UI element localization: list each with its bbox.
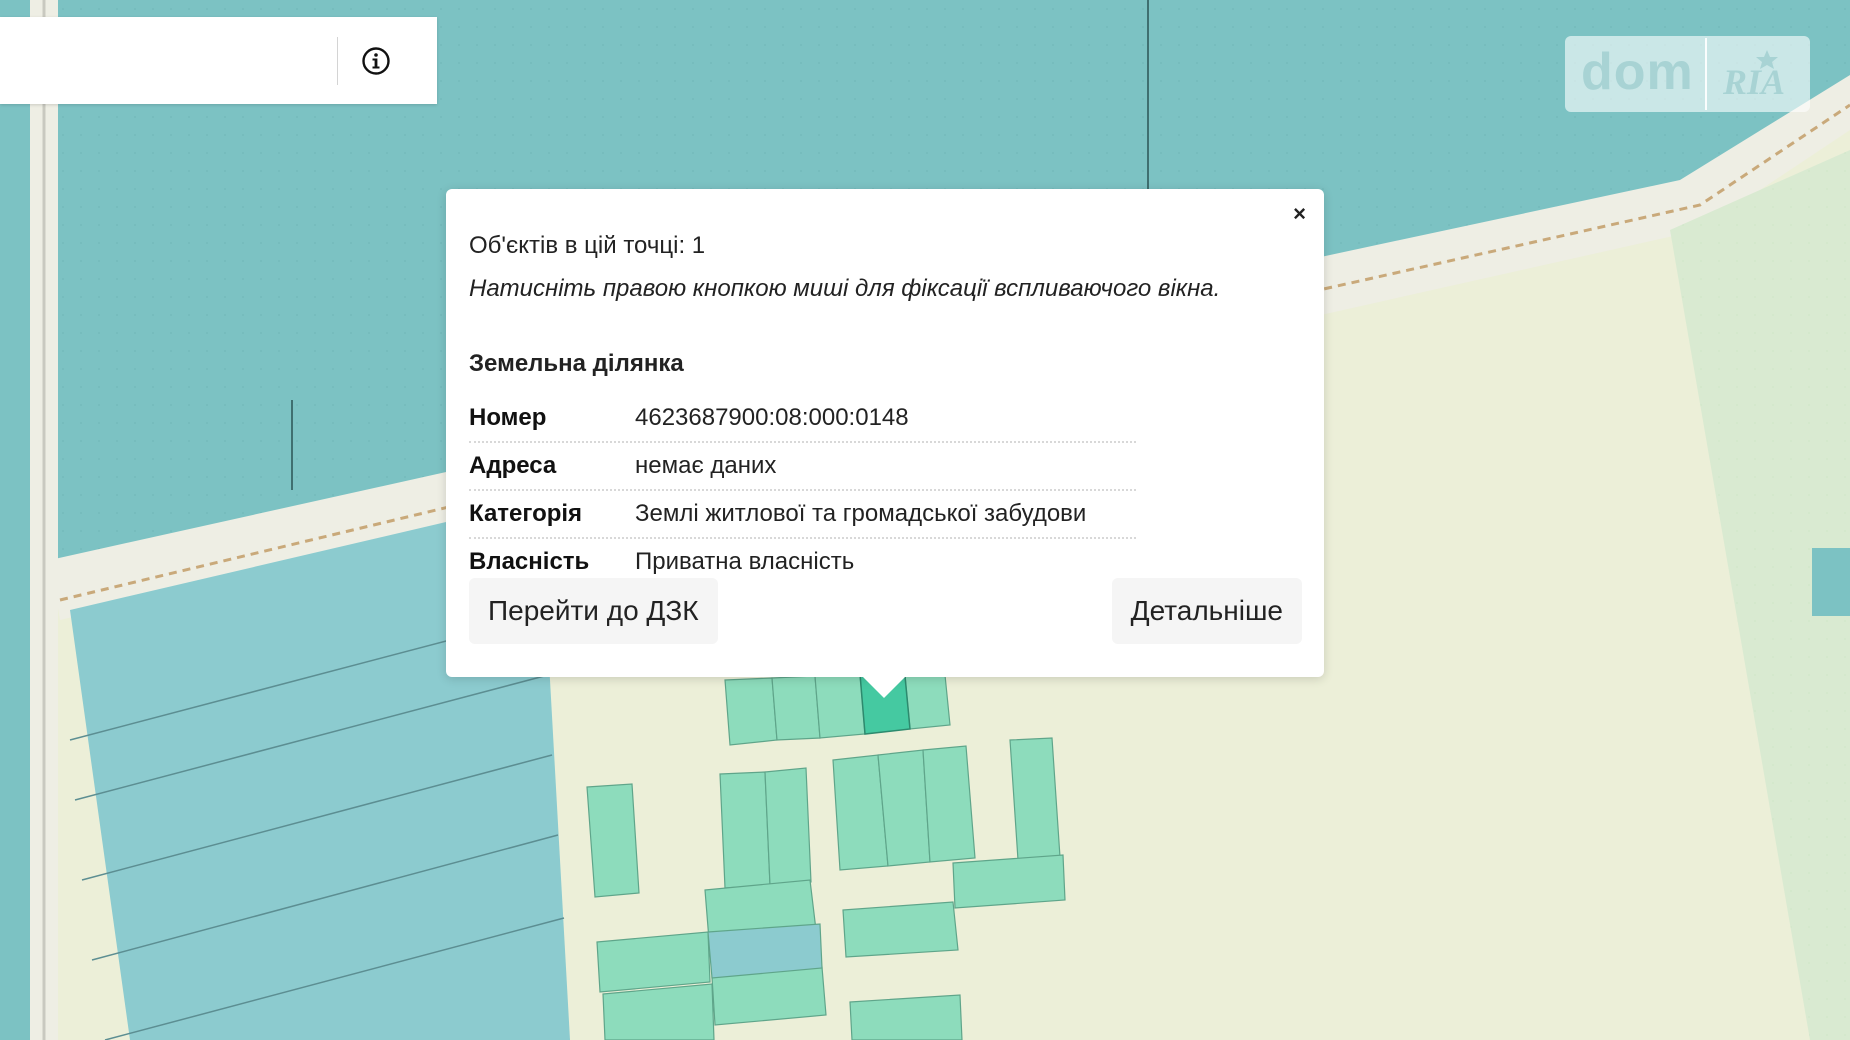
parcel-info-popup: × Об'єктів в цій точці: 1 Натисніть прав…: [446, 189, 1324, 677]
details-button[interactable]: Детальніше: [1111, 578, 1302, 644]
logo-separator: [1705, 38, 1707, 110]
close-icon[interactable]: ×: [1293, 201, 1306, 227]
pin-popup-hint: Натисніть правою кнопкою миші для фіксац…: [469, 275, 1221, 302]
ownership-value: Приватна власність: [635, 548, 855, 575]
logo-ria-mark: RIA: [1722, 50, 1785, 102]
address-value: немає даних: [635, 452, 777, 479]
popup-pointer: [862, 676, 906, 698]
go-to-dzk-button[interactable]: Перейти до ДЗК: [469, 578, 718, 644]
info-circle-icon[interactable]: [356, 45, 396, 77]
search-input[interactable]: [0, 17, 320, 104]
agricultural-zone-west[interactable]: [0, 0, 30, 1040]
category-value: Землі житлової та громадської забудови: [635, 500, 1087, 527]
search-bar: [0, 17, 437, 104]
section-title: Земельна ділянка: [469, 350, 684, 377]
parcel-properties: Номер 4623687900:08:000:0148 Адреса нема…: [469, 395, 1136, 585]
search-divider: [337, 37, 338, 85]
property-row-address: Адреса немає даних: [469, 443, 1136, 491]
logo-ria-text: RIA: [1722, 62, 1785, 102]
property-row-category: Категорія Землі житлової та громадської …: [469, 491, 1136, 539]
property-row-number: Номер 4623687900:08:000:0148: [469, 395, 1136, 443]
logo-dom-text: dom: [1581, 43, 1694, 101]
property-key: Власність: [469, 548, 590, 575]
property-key: Номер: [469, 404, 547, 431]
cadastral-number: 4623687900:08:000:0148: [635, 404, 909, 431]
property-key: Адреса: [469, 452, 557, 479]
dom-ria-logo[interactable]: dom RIA: [1565, 36, 1810, 112]
property-key: Категорія: [469, 500, 583, 527]
objects-count: Об'єктів в цій точці: 1: [469, 232, 706, 259]
